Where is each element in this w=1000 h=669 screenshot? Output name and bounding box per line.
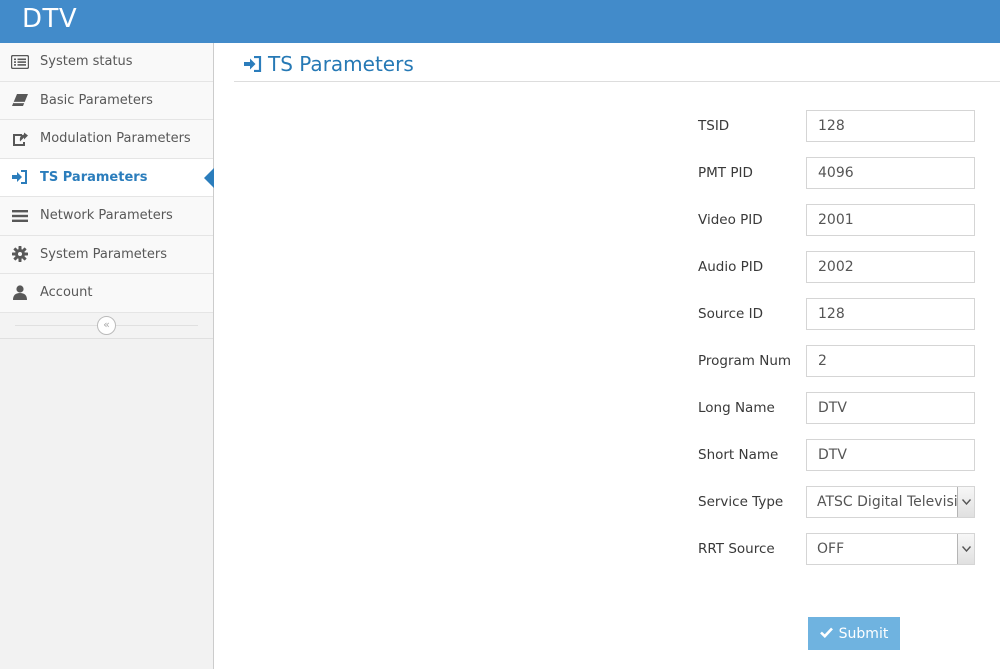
sidebar-item-system-status[interactable]: System status <box>0 43 213 82</box>
sidebar-collapse-bar: « <box>0 312 213 339</box>
form-row-short-name: Short Name <box>698 439 978 471</box>
check-icon <box>819 626 833 642</box>
short-name-label: Short Name <box>698 447 779 463</box>
sign-in-icon <box>244 56 262 72</box>
service-type-label: Service Type <box>698 494 784 510</box>
sidebar-item-basic-parameters[interactable]: Basic Parameters <box>0 81 213 120</box>
sidebar-item-label: System Parameters <box>40 246 168 262</box>
form-row-video-pid: Video PID <box>698 204 978 236</box>
tsid-label: TSID <box>698 118 730 134</box>
gear-icon <box>0 246 40 263</box>
sidebar-item-system-parameters[interactable]: System Parameters <box>0 235 213 274</box>
sidebar-item-label: System status <box>40 54 133 70</box>
pmt-pid-input[interactable] <box>806 157 975 189</box>
service-type-value: ATSC Digital Televisior <box>817 494 972 510</box>
top-navbar: DTV <box>0 0 1000 43</box>
list-alt-icon <box>0 54 40 69</box>
sidebar-item-label: TS Parameters <box>40 169 148 185</box>
sidebar-item-network-parameters[interactable]: Network Parameters <box>0 197 213 236</box>
bars-icon <box>0 209 40 223</box>
user-icon <box>0 285 40 301</box>
long-name-label: Long Name <box>698 400 775 416</box>
form-row-audio-pid: Audio PID <box>698 251 978 283</box>
pmt-pid-label: PMT PID <box>698 165 753 181</box>
eraser-icon <box>0 93 40 107</box>
source-id-input[interactable] <box>806 298 975 330</box>
sidebar-item-modulation-parameters[interactable]: Modulation Parameters <box>0 120 213 159</box>
page-title: TS Parameters <box>268 52 414 76</box>
sidebar-item-label: Modulation Parameters <box>40 131 191 147</box>
double-angle-left-icon[interactable]: « <box>97 315 116 335</box>
form-row-service-type: Service Type ATSC Digital Televisior <box>698 486 978 518</box>
page-header: TS Parameters <box>234 47 1000 82</box>
sign-in-icon <box>0 170 40 185</box>
rrt-source-label: RRT Source <box>698 541 775 557</box>
audio-pid-label: Audio PID <box>698 259 764 275</box>
short-name-input[interactable] <box>806 439 975 471</box>
rrt-source-value: OFF <box>817 541 845 557</box>
submit-button[interactable]: Submit <box>808 617 900 650</box>
sidebar-item-label: Basic Parameters <box>40 92 153 108</box>
sidebar-item-label: Network Parameters <box>40 208 173 224</box>
form-row-long-name: Long Name <box>698 392 978 424</box>
share-square-icon <box>0 132 40 146</box>
audio-pid-input[interactable] <box>806 251 975 283</box>
sidebar-item-account[interactable]: Account <box>0 274 213 313</box>
rrt-source-select[interactable]: OFF <box>806 533 975 565</box>
sidebar: System status Basic Parameters Modulatio… <box>0 43 214 669</box>
form-row-pmt-pid: PMT PID <box>698 157 978 189</box>
service-type-select[interactable]: ATSC Digital Televisior <box>806 486 975 518</box>
form-row-program-num: Program Num <box>698 345 978 377</box>
sidebar-item-label: Account <box>40 285 93 301</box>
long-name-input[interactable] <box>806 392 975 424</box>
video-pid-label: Video PID <box>698 212 763 228</box>
submit-label: Submit <box>838 625 889 642</box>
video-pid-input[interactable] <box>806 204 975 236</box>
sidebar-menu: System status Basic Parameters Modulatio… <box>0 43 214 313</box>
form-row-tsid: TSID <box>698 110 978 142</box>
sidebar-item-ts-parameters[interactable]: TS Parameters <box>0 158 214 197</box>
chevron-down-icon <box>957 487 974 517</box>
chevron-down-icon <box>957 534 974 564</box>
source-id-label: Source ID <box>698 306 764 322</box>
program-num-label: Program Num <box>698 353 792 369</box>
form-row-rrt-source: RRT Source OFF <box>698 533 978 565</box>
program-num-input[interactable] <box>806 345 975 377</box>
form-row-source-id: Source ID <box>698 298 978 330</box>
app-brand[interactable]: DTV <box>22 4 77 34</box>
tsid-input[interactable] <box>806 110 975 142</box>
